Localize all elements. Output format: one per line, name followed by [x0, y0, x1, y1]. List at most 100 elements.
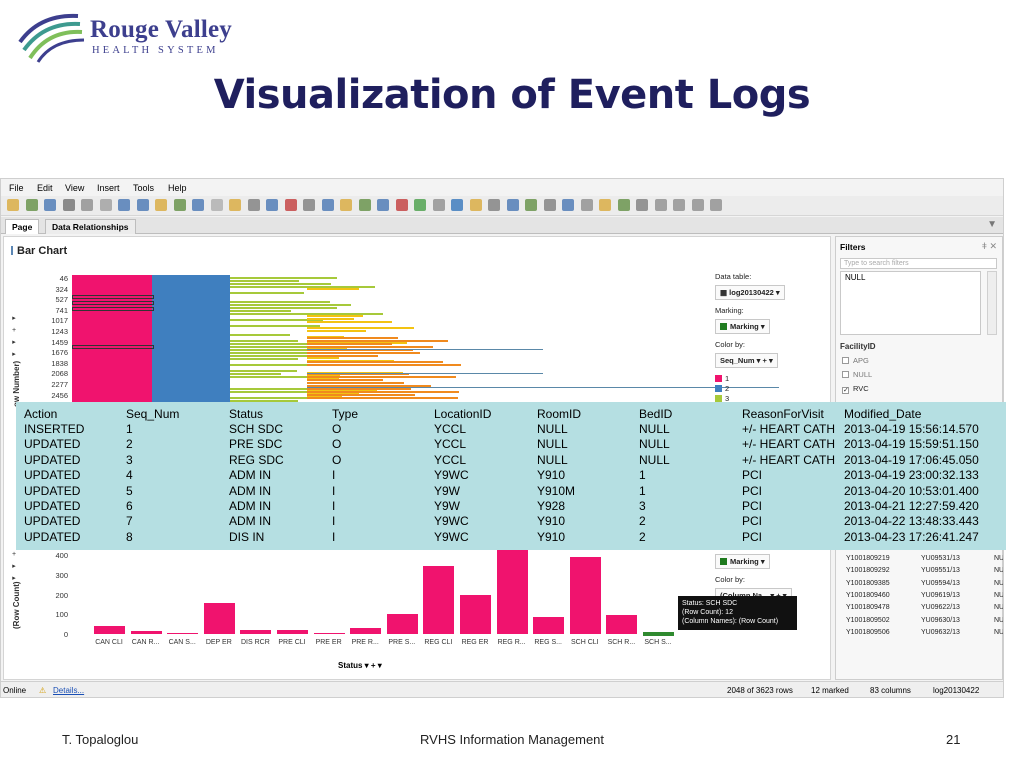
seq-row-bar[interactable]: [230, 310, 292, 312]
seq-row-bar[interactable]: [307, 321, 392, 323]
legend-item[interactable]: 2: [715, 384, 785, 393]
status-bar[interactable]: [350, 627, 382, 634]
seq-row-bar[interactable]: [230, 280, 300, 282]
toolbar-button-icon[interactable]: [506, 199, 519, 211]
seq-row-bar[interactable]: [230, 283, 331, 285]
toolbar-button-icon[interactable]: [303, 199, 315, 211]
toolbar-button-icon[interactable]: [599, 199, 611, 211]
seq-row-bar[interactable]: [307, 376, 457, 378]
toolbar-button-icon[interactable]: [488, 199, 500, 211]
status-bar[interactable]: [533, 617, 565, 634]
seq-row-bar[interactable]: [230, 292, 305, 294]
menu-insert[interactable]: Insert: [97, 183, 120, 193]
seq-row-bar[interactable]: [230, 334, 291, 336]
seq-row-bar[interactable]: [307, 352, 421, 354]
seq-row-bar[interactable]: [307, 315, 363, 317]
toolbar-button-icon[interactable]: [7, 199, 19, 211]
status-bar[interactable]: [606, 615, 638, 634]
tab-data-relationships[interactable]: Data Relationships: [45, 219, 136, 234]
filter-list-row[interactable]: Y1001809219 YU09531/13 NU: [846, 555, 1003, 562]
checkbox[interactable]: [842, 357, 849, 364]
toolbar-button-icon[interactable]: [543, 199, 556, 211]
toolbar-button-icon[interactable]: [414, 199, 426, 211]
status-bar[interactable]: [423, 565, 455, 634]
expand-arrow-icon[interactable]: ▸: [9, 337, 19, 349]
checkbox[interactable]: ✓: [842, 387, 849, 394]
seq-row-bar[interactable]: [307, 327, 414, 329]
seq-row-bar[interactable]: [307, 394, 415, 396]
toolbar-button-icon[interactable]: [691, 199, 704, 211]
seq-row-bar[interactable]: [307, 337, 398, 339]
filter-list-row[interactable]: Y1001809506 YU09632/13 NU: [846, 629, 1003, 636]
toolbar-button-icon[interactable]: [562, 199, 574, 211]
seq-row-bar[interactable]: [307, 397, 458, 399]
filter-list-row[interactable]: Y1001809292 YU09551/13 NU: [846, 567, 1003, 574]
seq-row-bar[interactable]: [230, 349, 312, 351]
facility-option[interactable]: NULL: [842, 370, 872, 379]
plus-icon[interactable]: +: [9, 325, 19, 337]
color-by-select[interactable]: Seq_Num ▾ + ▾: [715, 353, 778, 368]
toolbar-button-icon[interactable]: [395, 199, 408, 211]
seq-row-bar[interactable]: [230, 370, 297, 372]
toolbar-button-icon[interactable]: [81, 199, 93, 211]
filter-list-row[interactable]: Y1001809502 YU09630/13 NU: [846, 617, 1003, 624]
status-axis-selector[interactable]: Status ▾ + ▾: [338, 661, 382, 670]
status-bar[interactable]: [203, 603, 235, 634]
toolbar-button-icon[interactable]: [25, 199, 38, 211]
seq-row-bar[interactable]: [307, 388, 411, 390]
toolbar-button-icon[interactable]: [377, 199, 389, 211]
status-bar[interactable]: [130, 631, 162, 634]
toolbar-button-icon[interactable]: [358, 199, 371, 211]
toolbar-button-icon[interactable]: [118, 199, 130, 211]
seq-row-bar[interactable]: [307, 387, 779, 388]
toolbar-button-icon[interactable]: [636, 199, 648, 211]
toolbar-button-icon[interactable]: [210, 199, 223, 211]
seq-row-bar[interactable]: [230, 343, 310, 345]
toolbar-button-icon[interactable]: [710, 199, 722, 211]
status-bar[interactable]: [643, 631, 674, 636]
checkbox[interactable]: [842, 371, 849, 378]
toolbar-button-icon[interactable]: [136, 199, 149, 211]
expand-arrow-icon[interactable]: ▸: [9, 561, 19, 573]
filter-list-row[interactable]: Y1001809460 YU09619/13 NU: [846, 592, 1003, 599]
bottom-marking-select[interactable]: Marking ▾: [715, 554, 770, 569]
menu-view[interactable]: View: [65, 183, 84, 193]
plus-icon[interactable]: +: [9, 549, 19, 561]
tabs-dropdown-icon[interactable]: ▼: [987, 219, 997, 230]
seq-row-bar[interactable]: [307, 391, 459, 393]
toolbar-button-icon[interactable]: [673, 199, 685, 211]
status-bar[interactable]: [386, 614, 418, 634]
toolbar-button-icon[interactable]: [340, 199, 352, 211]
expand-arrow-icon[interactable]: ▸: [9, 313, 19, 325]
seq-row-bar[interactable]: [307, 355, 378, 357]
status-bar[interactable]: [569, 556, 601, 634]
filter-list-row[interactable]: Y1001809385 YU09594/13 NU: [846, 580, 1003, 587]
toolbar-button-icon[interactable]: [284, 199, 297, 211]
toolbar-button-icon[interactable]: [321, 199, 334, 211]
toolbar-button-icon[interactable]: [432, 199, 445, 211]
seq-row-bar[interactable]: [230, 307, 338, 309]
tab-page[interactable]: Page: [5, 219, 40, 234]
toolbar-button-icon[interactable]: [62, 199, 75, 211]
filter-null-item[interactable]: NULL: [845, 273, 865, 282]
menu-help[interactable]: Help: [168, 183, 187, 193]
marked-row-outline[interactable]: [72, 301, 154, 305]
seq-row-bar[interactable]: [230, 358, 299, 360]
status-bar[interactable]: [94, 625, 125, 634]
toolbar-button-icon[interactable]: [266, 199, 278, 211]
seq-row-bar[interactable]: [307, 349, 543, 350]
seq-row-bar[interactable]: [230, 277, 338, 279]
toolbar-button-icon[interactable]: [44, 199, 56, 211]
toolbar-button-icon[interactable]: [654, 199, 667, 211]
menu-tools[interactable]: Tools: [133, 183, 154, 193]
seq-row-bar[interactable]: [307, 361, 444, 363]
toolbar-button-icon[interactable]: [617, 199, 630, 211]
expand-arrow-icon[interactable]: ▸: [9, 349, 19, 361]
status-bar[interactable]: [240, 630, 272, 634]
marked-row-outline[interactable]: [72, 345, 154, 349]
seq-row-bar[interactable]: [307, 357, 339, 359]
toolbar-button-icon[interactable]: [469, 199, 482, 211]
seq-row-bar[interactable]: [230, 304, 351, 306]
seq-row-bar[interactable]: [307, 330, 366, 332]
facility-option[interactable]: ✓ RVC: [842, 384, 869, 394]
